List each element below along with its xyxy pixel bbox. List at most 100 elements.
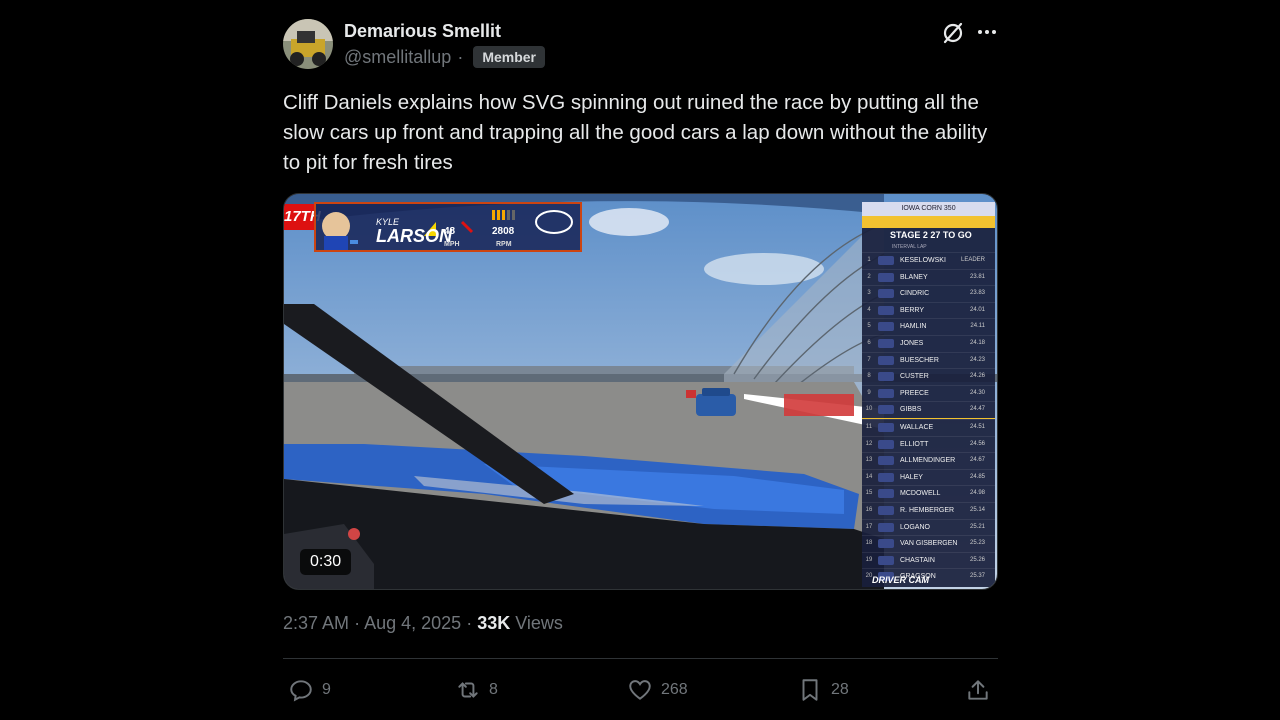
leaderboard-row: 6 JONES 24.18: [862, 334, 995, 352]
row-interval: 23.83: [969, 290, 985, 297]
row-driver: VAN GISBERGEN: [900, 540, 958, 548]
row-interval: 24.51: [969, 423, 985, 430]
leaderboard-row: 10 GIBBS 24.47: [862, 401, 995, 419]
car-number-badge: [878, 388, 894, 398]
avatar[interactable]: [283, 19, 333, 69]
leaderboard-row: 12 ELLIOTT 24.56: [862, 435, 995, 453]
car-number-badge: [878, 322, 894, 332]
like-button[interactable]: 268: [627, 674, 688, 706]
leaderboard-subheader: INTERVAL LAP: [892, 244, 927, 250]
leaderboard-row: 13 ALLMENDINGER 24.67: [862, 452, 995, 469]
leaderboard-row: 17 LOGANO 25.21: [862, 518, 995, 536]
row-driver: HAMLIN: [900, 323, 927, 331]
repost-count: 8: [489, 681, 498, 698]
leaderboard-row: 5 HAMLIN 24.11: [862, 318, 995, 335]
leaderboard-row: 7 BUESCHER 24.23: [862, 351, 995, 369]
video-player[interactable]: 17TH KYLE LARSON 48 MPH 2808 RPM IOWA CO…: [283, 193, 998, 590]
row-driver: BUESCHER: [900, 356, 939, 364]
heart-icon: [629, 680, 651, 700]
row-interval: 24.01: [969, 306, 985, 313]
car-number-badge: [878, 505, 894, 515]
row-driver: KESELOWSKI: [900, 257, 946, 264]
repost-button[interactable]: 8: [455, 674, 498, 706]
position-badge: 17TH: [284, 204, 321, 230]
leaderboard-sponsor-bar: [862, 216, 995, 228]
video-duration: 0:30: [300, 549, 352, 575]
leaderboard-row: 3 CINDRIC 23.83: [862, 285, 995, 302]
leaderboard-rows: 1 KESELOWSKI LEADER 2 BLANEY 23.81 3 CINDRIC 23.…: [862, 252, 995, 585]
grok-icon[interactable]: [940, 20, 966, 46]
member-badge[interactable]: Member: [473, 46, 545, 68]
row-interval: 25.23: [969, 540, 985, 547]
row-interval: 24.11: [970, 323, 985, 330]
car-number-badge: [878, 539, 894, 549]
tweet-text: Cliff Daniels explains how SVG spinning …: [283, 91, 988, 174]
car-number-badge: [878, 338, 894, 348]
car-number-badge: [878, 456, 894, 466]
bookmark-icon: [802, 679, 818, 701]
row-position: 5: [867, 323, 871, 330]
leaderboard-row: 11 WALLACE 24.51: [862, 418, 995, 436]
driver-cam-logo: DRIVER CAM: [872, 575, 930, 585]
separator-dot: ·: [457, 46, 464, 67]
leaderboard-row: 19 CHASTAIN 25.26: [862, 551, 995, 569]
post-date[interactable]: Aug 4, 2025: [364, 613, 461, 633]
row-position: 6: [867, 339, 871, 346]
bookmark-button[interactable]: 28: [797, 674, 849, 706]
row-interval: 25.26: [969, 556, 985, 563]
track-map-icon: [535, 210, 573, 234]
row-driver: MCDOWELL: [900, 490, 941, 498]
car-number-badge: [878, 289, 894, 299]
row-driver: WALLACE: [900, 423, 934, 431]
tweet-meta: 2:37 AM · Aug 4, 2025 · 33K Views: [283, 613, 563, 633]
row-interval: 25.14: [969, 506, 985, 513]
row-driver: BLANEY: [900, 273, 928, 281]
more-options-icon[interactable]: [975, 20, 999, 44]
post-time[interactable]: 2:37 AM: [283, 613, 349, 633]
row-driver: JONES: [900, 339, 924, 347]
row-driver: R. HEMBERGER: [900, 506, 955, 514]
leaderboard-row: 16 R. HEMBERGER 25.14: [862, 501, 995, 519]
leaderboard-race-title: IOWA CORN 350: [862, 202, 995, 216]
row-interval: 25.37: [969, 573, 985, 580]
author-name[interactable]: Demarious Smellit: [344, 21, 501, 42]
car-number-badge: [878, 256, 894, 265]
author-handle-row: @smellitallup · Member: [344, 46, 545, 68]
row-driver: CINDRIC: [900, 290, 930, 298]
row-position: 14: [865, 473, 873, 480]
row-interval: 24.26: [969, 373, 985, 380]
row-position: 18: [865, 540, 873, 547]
row-interval: 24.18: [969, 339, 985, 346]
row-driver: BERRY: [900, 306, 924, 314]
repost-icon: [458, 682, 478, 698]
row-interval: 24.47: [969, 406, 985, 413]
share-button[interactable]: [965, 674, 991, 706]
leaderboard-row: 18 VAN GISBERGEN 25.23: [862, 535, 995, 552]
row-position: 15: [865, 490, 873, 497]
hud-rpm-label: RPM: [496, 241, 512, 248]
row-position: 12: [865, 440, 873, 447]
views-label: Views: [515, 613, 563, 633]
car-number-badge: [878, 472, 894, 482]
action-bar: 9 8 268 28: [283, 674, 998, 706]
views-count: 33K: [477, 613, 511, 633]
row-position: 3: [867, 290, 871, 297]
row-driver: CUSTER: [900, 373, 929, 381]
row-position: 11: [865, 423, 873, 430]
car-number-badge: [878, 555, 894, 565]
row-driver: LOGANO: [900, 523, 930, 531]
leaderboard-row: 15 MCDOWELL 24.98: [862, 485, 995, 502]
leaderboard-row: 2 BLANEY 23.81: [862, 268, 995, 286]
leaderboard: IOWA CORN 350 STAGE 2 27 TO GO INTERVAL …: [862, 202, 995, 587]
author-handle[interactable]: @smellitallup: [344, 47, 451, 68]
row-position: 10: [865, 406, 873, 413]
reply-button[interactable]: 9: [288, 674, 331, 706]
row-position: 17: [865, 523, 873, 530]
row-interval: 24.30: [969, 389, 985, 396]
car-number-badge: [878, 272, 894, 282]
like-count: 268: [661, 681, 688, 698]
car-number-badge: [878, 522, 894, 532]
row-position: 1: [867, 257, 871, 263]
hud-mph-label: MPH: [444, 241, 460, 248]
leaderboard-stage: STAGE 2 27 TO GO: [890, 230, 972, 240]
